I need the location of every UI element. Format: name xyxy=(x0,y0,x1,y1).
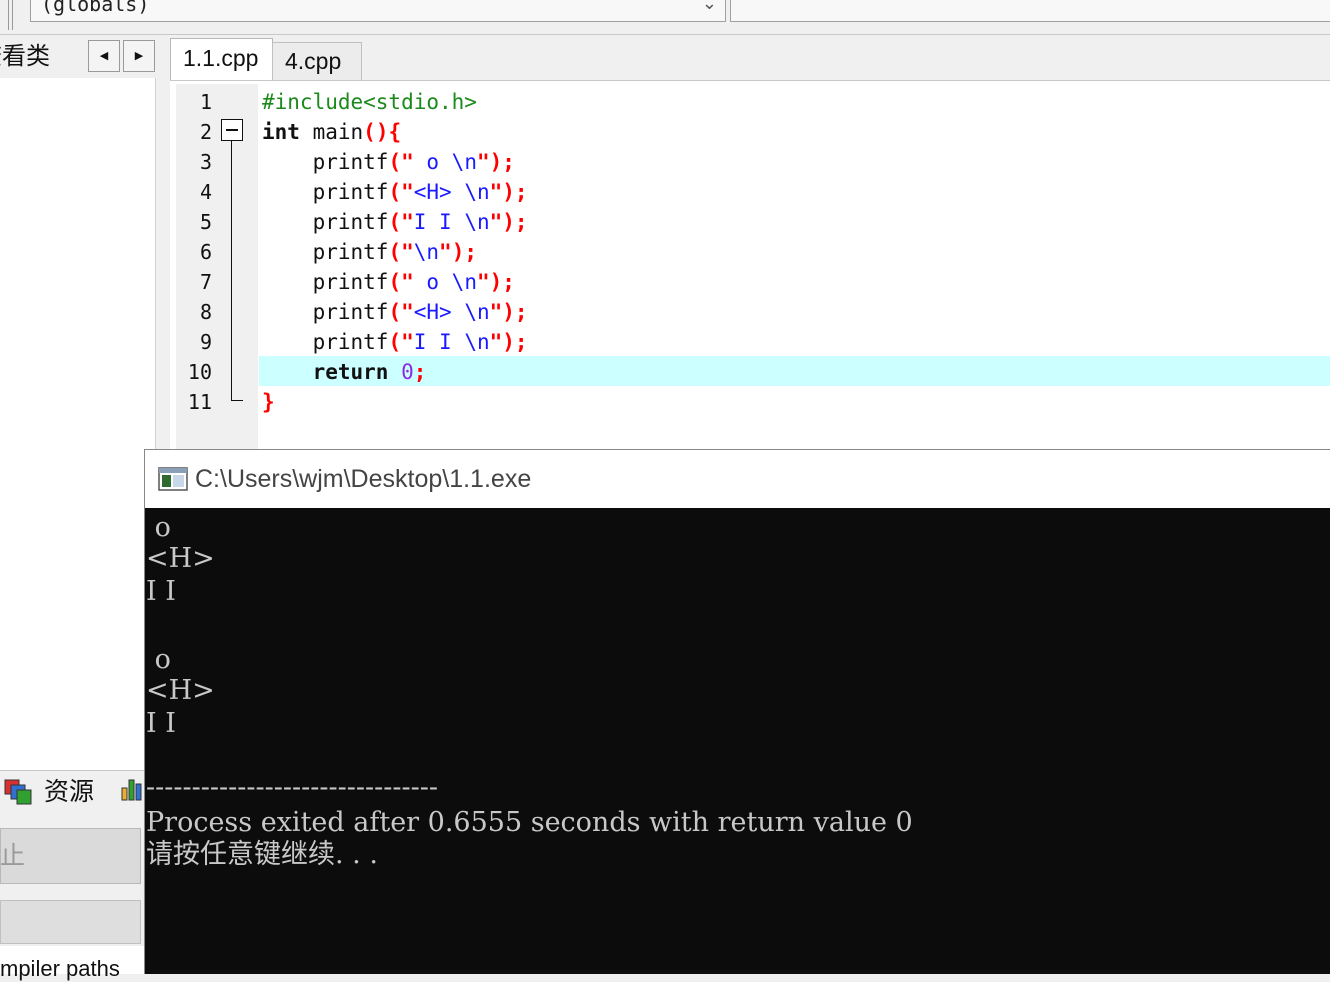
line-number: 8 xyxy=(199,300,212,324)
console-line: I I xyxy=(146,708,176,739)
console-line: <H> xyxy=(146,675,215,706)
console-title: C:\Users\wjm\Desktop\1.1.exe xyxy=(195,465,532,493)
console-line: o xyxy=(146,512,171,543)
line-number: 3 xyxy=(199,150,212,174)
code-line[interactable]: } xyxy=(262,387,275,417)
tab-label: 1.1.cpp xyxy=(183,45,259,71)
line-number: 9 xyxy=(199,330,212,354)
scope-combo[interactable]: (globals) ⌄ xyxy=(30,0,726,22)
tab-4-cpp[interactable]: 4.cpp xyxy=(272,42,362,80)
tab-1-1-cpp[interactable]: 1.1.cpp xyxy=(170,38,273,80)
tab-class-view[interactable]: 查看类 xyxy=(0,38,70,76)
line-number: 10 xyxy=(187,360,212,384)
bottom-field[interactable] xyxy=(0,900,141,944)
line-number: 2 xyxy=(199,120,212,144)
toolbar-grip[interactable] xyxy=(8,0,13,30)
tab-resources-label[interactable]: 资源 xyxy=(44,774,94,810)
line-number: 4 xyxy=(199,180,212,204)
code-line[interactable]: printf("<H> \n"); xyxy=(262,297,528,327)
arrow-left-icon: ◀ xyxy=(99,50,109,62)
fold-line xyxy=(231,141,232,401)
tab-scroll-right-button[interactable]: ▶ xyxy=(123,40,155,72)
class-tree[interactable] xyxy=(0,78,156,778)
scope-combo-value: (globals) xyxy=(41,0,150,16)
line-number: 5 xyxy=(199,210,212,234)
arrow-right-icon: ▶ xyxy=(134,50,144,62)
console-line: <H> xyxy=(146,543,215,574)
chevron-down-icon[interactable]: ⌄ xyxy=(702,0,717,13)
code-line[interactable]: printf("\n"); xyxy=(262,237,477,267)
fold-end xyxy=(231,400,243,401)
console-line: Process exited after 0.6555 seconds with… xyxy=(146,807,913,838)
console-line: 请按任意键继续. . . xyxy=(146,839,378,870)
resources-icon xyxy=(4,779,32,805)
line-number: 7 xyxy=(199,270,212,294)
chart-icon[interactable] xyxy=(120,774,144,802)
code-line[interactable]: return 0; xyxy=(262,357,427,387)
console-line: -------------------------------- xyxy=(146,772,438,803)
code-line[interactable]: int main(){ xyxy=(262,117,401,147)
line-number: 6 xyxy=(199,240,212,264)
code-line[interactable]: printf("I I \n"); xyxy=(262,327,528,357)
code-line[interactable]: printf("<H> \n"); xyxy=(262,177,528,207)
tab-scroll-left-button[interactable]: ◀ xyxy=(88,40,120,72)
console-line: I I xyxy=(146,576,176,607)
tab-label: 4.cpp xyxy=(285,48,342,74)
console-app-icon xyxy=(158,467,188,491)
line-number: 11 xyxy=(187,390,212,414)
fold-toggle-icon[interactable] xyxy=(221,119,243,141)
code-line[interactable]: printf(" o \n"); xyxy=(262,267,515,297)
console-window[interactable] xyxy=(144,449,1330,974)
line-number-gutter: 1 2 3 4 5 6 7 8 9 10 11 xyxy=(176,84,258,460)
stop-button-label: 止 xyxy=(0,842,26,870)
console-line: o xyxy=(146,644,171,675)
code-line[interactable]: #include<stdio.h> xyxy=(262,87,477,117)
tab-class-view-label: 查看类 xyxy=(0,43,50,70)
code-line[interactable]: printf("I I \n"); xyxy=(262,207,528,237)
line-number: 1 xyxy=(199,90,212,114)
compiler-paths-label: mpiler paths xyxy=(0,956,120,981)
code-line[interactable]: printf(" o \n"); xyxy=(262,147,515,177)
member-combo[interactable] xyxy=(730,0,1330,22)
